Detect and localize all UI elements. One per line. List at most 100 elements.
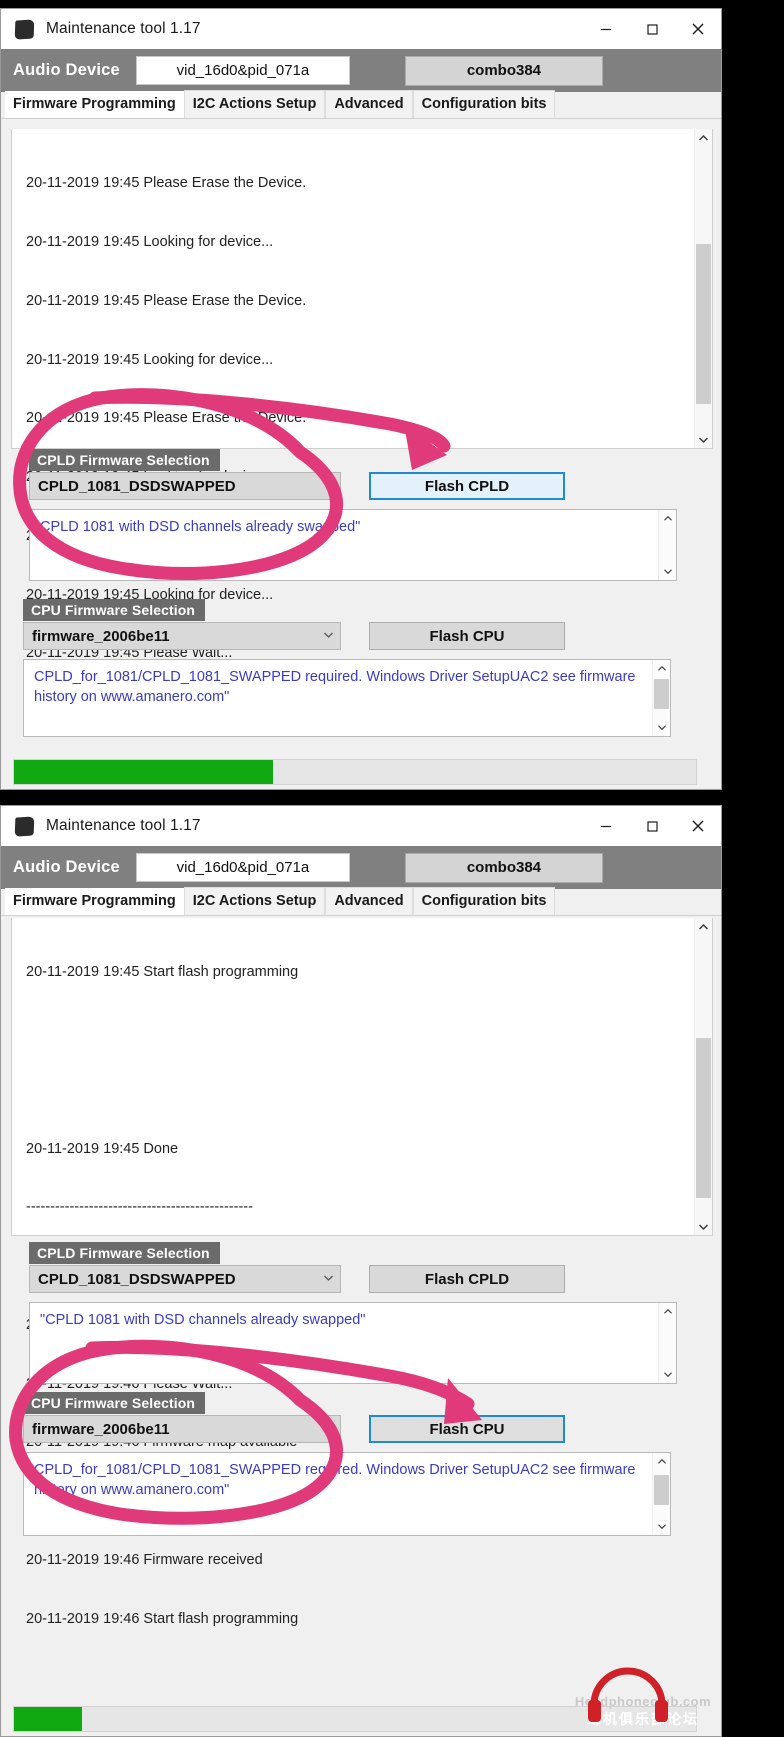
flash-cpu-button[interactable]: Flash CPU — [369, 622, 565, 650]
device-bar: Audio Device vid_16d0&pid_071a combo384 — [1, 846, 721, 889]
scrollbar-thumb[interactable] — [696, 244, 711, 404]
cpu-group-header: CPU Firmware Selection — [23, 1392, 206, 1414]
maximize-button[interactable] — [629, 806, 675, 846]
scroll-up-icon[interactable] — [653, 660, 670, 677]
log-pane: 20-11-2019 19:45 Start flash programming… — [11, 918, 713, 1627]
scrollbar-thumb[interactable] — [654, 1475, 669, 1505]
close-button[interactable] — [675, 9, 721, 49]
cpld-description-text: CPLD 1081 with DSD channels already swap… — [40, 519, 361, 535]
tab-advanced[interactable]: Advanced — [325, 90, 413, 118]
scroll-up-icon[interactable] — [695, 918, 712, 935]
log-line: 20-11-2019 19:45 Please Erase the Device… — [26, 175, 307, 192]
tab-i2c-actions-setup[interactable]: I2C Actions Setup — [183, 90, 326, 118]
screenshot-root: Maintenance tool 1.17 Audio Device vid_1… — [0, 0, 784, 1737]
progress-bar-fill — [14, 1707, 83, 1731]
log-line: 20-11-2019 19:46 Start flash programming — [26, 1610, 299, 1627]
cpld-firmware-select-value: CPLD_1081_DSDSWAPPED — [38, 477, 236, 495]
maintenance-tool-window-bottom: Maintenance tool 1.17 Audio Device vid_1… — [0, 805, 722, 1737]
scroll-up-icon[interactable] — [659, 510, 676, 527]
tab-advanced[interactable]: Advanced — [325, 887, 413, 915]
scrollbar-thumb[interactable] — [696, 1038, 711, 1198]
cpu-firmware-select[interactable]: firmware_2006be11 — [23, 1415, 341, 1443]
cpld-firmware-select[interactable]: CPLD_1081_DSDSWAPPED — [29, 1265, 341, 1293]
cpld-firmware-group: CPLD Firmware Selection CPLD_1081_DSDSWA… — [29, 1242, 707, 1384]
log-line: 20-11-2019 19:45 Looking for device... — [26, 233, 274, 250]
cpu-firmware-select[interactable]: firmware_2006be11 — [23, 622, 341, 650]
audio-device-label: Audio Device — [13, 858, 120, 876]
log-line: 20-11-2019 19:45 Looking for device... — [26, 351, 274, 368]
device-id-field[interactable]: vid_16d0&pid_071a — [135, 853, 350, 882]
log-scrollbar[interactable] — [694, 129, 712, 448]
scroll-down-icon[interactable] — [695, 431, 712, 448]
flash-cpld-button[interactable]: Flash CPLD — [369, 1265, 565, 1293]
audio-device-label: Audio Device — [13, 61, 120, 79]
chevron-down-icon — [323, 480, 334, 492]
log-line: 20-11-2019 19:45 Please Erase the Device… — [26, 292, 307, 309]
scroll-down-icon[interactable] — [659, 563, 676, 580]
cpld-group-header: CPLD Firmware Selection — [29, 1242, 220, 1264]
log-pane: 20-11-2019 19:45 Please Erase the Device… — [11, 129, 713, 838]
flash-cpld-button[interactable]: Flash CPLD — [369, 472, 565, 500]
app-icon — [14, 18, 35, 40]
cpu-description-scrollbar[interactable] — [652, 660, 670, 736]
log-line: 20-11-2019 19:46 Firmware received — [26, 1552, 263, 1568]
cpld-description-scrollbar[interactable] — [658, 1303, 676, 1383]
maximize-button[interactable] — [629, 9, 675, 49]
device-name-button[interactable]: combo384 — [404, 55, 603, 86]
flash-cpu-button[interactable]: Flash CPU — [369, 1415, 565, 1443]
log-line: ----------------------------------------… — [26, 1199, 253, 1216]
minimize-button[interactable] — [583, 806, 629, 846]
cpld-description-box: CPLD 1081 with DSD channels already swap… — [29, 509, 677, 581]
cpu-description-text: CPLD_for_1081/CPLD_1081_SWAPPED required… — [34, 669, 636, 705]
progress-bar-top — [13, 759, 697, 785]
window-title: Maintenance tool 1.17 — [46, 817, 201, 834]
cpld-firmware-group: CPLD Firmware Selection CPLD_1081_DSDSWA… — [29, 449, 707, 581]
cpld-group-header: CPLD Firmware Selection — [29, 449, 220, 471]
log-line: 20-11-2019 19:45 Done — [26, 1140, 179, 1157]
progress-bar-fill — [14, 760, 274, 784]
app-icon — [14, 815, 35, 837]
cpu-description-scrollbar[interactable] — [652, 1453, 670, 1535]
tab-i2c-actions-setup[interactable]: I2C Actions Setup — [183, 887, 326, 915]
chevron-down-icon — [323, 1273, 334, 1285]
cpld-description-box: "CPLD 1081 with DSD channels already swa… — [29, 1302, 677, 1384]
cpu-firmware-select-value: firmware_2006be11 — [32, 1420, 170, 1438]
cpu-firmware-group: CPU Firmware Selection firmware_2006be11… — [23, 1392, 707, 1536]
log-scrollbar[interactable] — [694, 918, 712, 1235]
chevron-down-icon — [323, 1423, 334, 1435]
scroll-down-icon[interactable] — [695, 1218, 712, 1235]
scroll-down-icon[interactable] — [653, 1518, 670, 1535]
cpu-description-box: CPLD_for_1081/CPLD_1081_SWAPPED required… — [23, 659, 671, 737]
log-line: 20-11-2019 19:45 Start flash programming — [26, 964, 299, 981]
cpld-description-scrollbar[interactable] — [658, 510, 676, 580]
scroll-down-icon[interactable] — [653, 719, 670, 736]
scroll-down-icon[interactable] — [659, 1366, 676, 1383]
device-name-button[interactable]: combo384 — [404, 852, 603, 883]
forum-watermark: Headphoneclub.com 耳机俱乐部论坛 — [538, 1694, 748, 1729]
close-button[interactable] — [675, 806, 721, 846]
tab-configuration-bits[interactable]: Configuration bits — [412, 887, 556, 915]
cpu-group-header: CPU Firmware Selection — [23, 599, 206, 621]
device-id-field[interactable]: vid_16d0&pid_071a — [135, 56, 350, 85]
scroll-up-icon[interactable] — [653, 1453, 670, 1470]
tab-configuration-bits[interactable]: Configuration bits — [412, 90, 556, 118]
tab-strip: Firmware Programming I2C Actions Setup A… — [1, 90, 721, 119]
scroll-up-icon[interactable] — [695, 129, 712, 146]
cpld-firmware-select[interactable]: CPLD_1081_DSDSWAPPED — [29, 472, 341, 500]
cpld-firmware-select-value: CPLD_1081_DSDSWAPPED — [38, 1270, 236, 1288]
cpld-description-text: "CPLD 1081 with DSD channels already swa… — [40, 1312, 366, 1328]
scroll-up-icon[interactable] — [659, 1303, 676, 1320]
title-bar: Maintenance tool 1.17 — [1, 806, 721, 846]
tab-firmware-programming[interactable]: Firmware Programming — [5, 888, 184, 915]
device-bar: Audio Device vid_16d0&pid_071a combo384 — [1, 49, 721, 92]
watermark-chinese: 耳机俱乐部论坛 — [587, 1711, 699, 1727]
minimize-button[interactable] — [583, 9, 629, 49]
scrollbar-thumb[interactable] — [654, 679, 669, 709]
window-title: Maintenance tool 1.17 — [46, 20, 201, 37]
cpu-firmware-select-value: firmware_2006be11 — [32, 627, 170, 645]
window-controls — [583, 806, 721, 846]
cpu-description-text: CPLD_for_1081/CPLD_1081_SWAPPED required… — [34, 1462, 636, 1498]
tab-firmware-programming[interactable]: Firmware Programming — [5, 91, 184, 118]
